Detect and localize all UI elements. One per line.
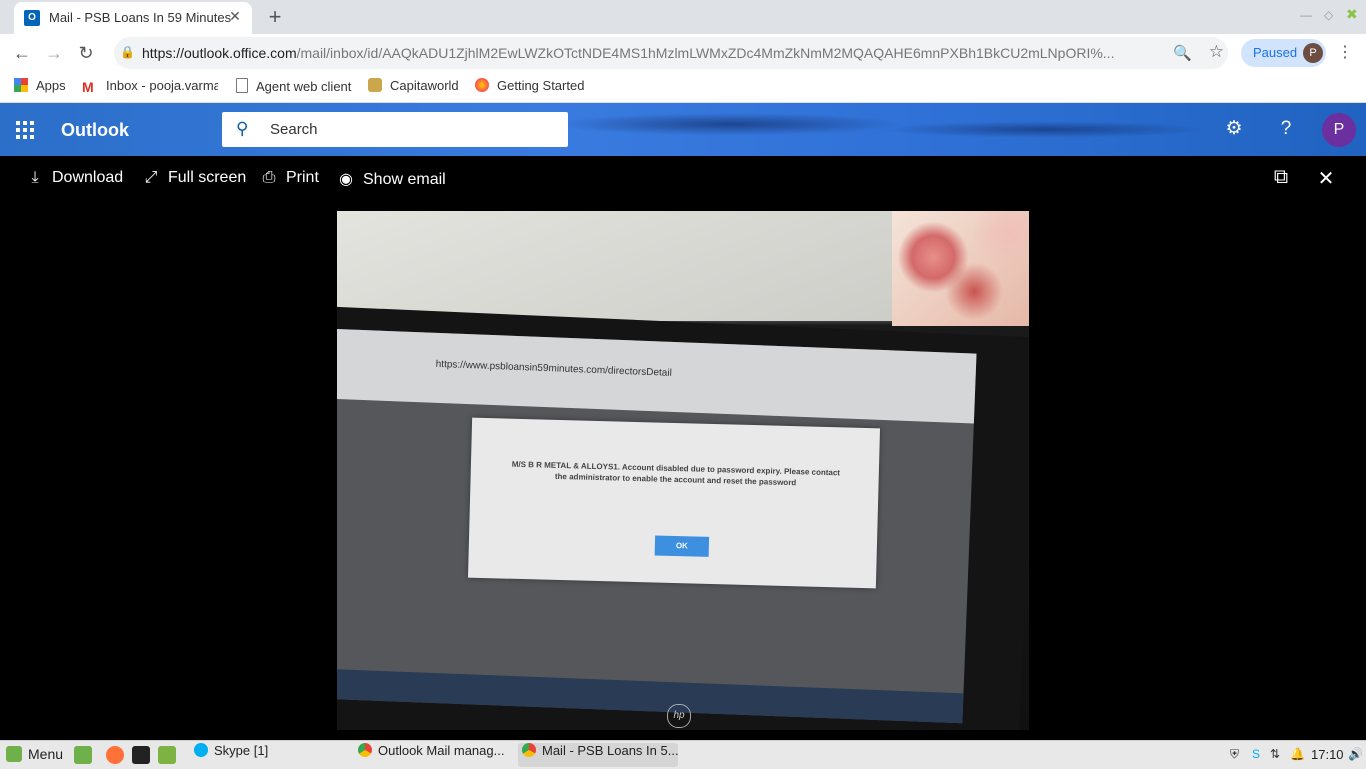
attachment-viewer-bar: ⤓ Download ⤢ Full screen ⎙ Print ◉ Show emai… (0, 156, 1366, 200)
tab-title: Mail - PSB Loans In 59 Minutes (49, 10, 232, 25)
back-button[interactable]: ← (10, 41, 34, 65)
task-outlook-manager[interactable]: Outlook Mail manag... (354, 743, 514, 767)
network-icon[interactable]: ⇅ (1270, 747, 1280, 761)
terminal-icon[interactable] (132, 746, 150, 764)
gmail-icon: M (82, 79, 94, 95)
header-theme-image (520, 103, 1220, 156)
inner-url: https://www.psbloansin59minutes.com/dire… (435, 358, 672, 379)
capitaworld-icon (368, 78, 382, 92)
tab-strip: O Mail - PSB Loans In 59 Minutes ✕ + — ◇… (0, 0, 1366, 34)
search-placeholder: Search (270, 121, 318, 138)
start-menu-button[interactable]: Menu (6, 746, 63, 762)
task-mail-psb[interactable]: Mail - PSB Loans In 5... (518, 743, 678, 767)
page-icon (236, 78, 248, 93)
app-launcher-icon[interactable] (16, 121, 34, 139)
bookmark-getting-started[interactable]: Getting Started (475, 78, 584, 96)
help-icon[interactable]: ? (1272, 115, 1300, 143)
ok-button: OK (654, 535, 710, 557)
search-icon: ⚲ (236, 119, 249, 138)
fullscreen-button[interactable]: ⤢ Full screen (142, 169, 247, 187)
menu-kebab-icon[interactable]: ⋮ (1337, 42, 1353, 62)
shield-icon[interactable]: ⛨ (1230, 747, 1239, 762)
bookmarks-bar: Apps M Inbox - pooja.varma Agent web clie… (0, 72, 1366, 103)
chrome-icon (522, 743, 536, 757)
show-email-button[interactable]: ◉ Show email (337, 169, 446, 189)
eye-icon: ◉ (339, 171, 353, 188)
address-bar[interactable]: 🔒 https://outlook.office.com/mail/inbox/… (114, 37, 1228, 69)
skype-tray-icon[interactable]: S (1252, 747, 1260, 761)
url-text: https://outlook.office.com/mail/inbox/id… (142, 45, 1115, 61)
outlook-brand[interactable]: Outlook (61, 120, 129, 141)
firefox-icon (475, 78, 489, 92)
error-message: M/S B R METAL & ALLOYS1. Account disable… (511, 459, 841, 488)
bookmark-inbox[interactable]: M Inbox - pooja.varma (82, 78, 218, 96)
hp-logo: hp (667, 704, 691, 728)
skype-icon (194, 743, 208, 757)
popout-icon[interactable]: ⧉ (1269, 166, 1293, 189)
profile-avatar: P (1303, 43, 1323, 63)
mint-logo-icon (6, 746, 22, 762)
notification-icon[interactable]: 🔔 (1290, 747, 1305, 761)
download-button[interactable]: ⤓ Download (26, 169, 123, 187)
maximize-icon[interactable]: ◇ (1324, 8, 1333, 22)
apps-grid-icon (14, 78, 28, 92)
bookmark-star-icon[interactable]: ☆ (1209, 42, 1224, 62)
lock-icon: 🔒 (120, 45, 135, 59)
outlook-icon: O (24, 10, 40, 26)
settings-gear-icon[interactable]: ⚙ (1220, 115, 1248, 143)
fullscreen-icon: ⤢ (144, 169, 158, 186)
profile-button[interactable]: Paused P (1241, 39, 1326, 67)
chrome-icon (358, 743, 372, 757)
download-icon: ⤓ (31, 169, 39, 186)
zoom-icon[interactable]: 🔍 (1173, 44, 1192, 62)
outlook-header: Outlook ⚲ Search ⚙ ? P (0, 103, 1366, 156)
photo-flowers (892, 211, 1029, 326)
files-icon[interactable] (158, 746, 176, 764)
print-button[interactable]: ⎙ Print (260, 169, 319, 187)
print-icon: ⎙ (262, 169, 276, 186)
bookmark-apps[interactable]: Apps (14, 78, 66, 96)
reload-button[interactable]: ↻ (74, 41, 98, 65)
os-taskbar: Menu Skype [1] Outlook Mail manag... Mai… (0, 740, 1366, 769)
task-skype[interactable]: Skype [1] (190, 743, 344, 767)
browser-toolbar: ← → ↻ 🔒 https://outlook.office.com/mail/… (0, 34, 1366, 72)
forward-button[interactable]: → (42, 41, 66, 65)
browser-tab[interactable]: O Mail - PSB Loans In 59 Minutes ✕ (14, 2, 252, 34)
firefox-launcher-icon[interactable] (106, 746, 124, 764)
close-tab-icon[interactable]: ✕ (226, 8, 244, 25)
minimize-icon[interactable]: — (1300, 8, 1312, 22)
show-desktop-icon[interactable] (74, 746, 92, 764)
new-tab-button[interactable]: + (264, 4, 286, 30)
clock[interactable]: 17:10 (1311, 747, 1344, 762)
close-window-icon[interactable]: ✖ (1346, 6, 1358, 23)
bookmark-agent[interactable]: Agent web client (236, 78, 351, 96)
profile-status: Paused (1253, 45, 1298, 60)
user-avatar[interactable]: P (1322, 113, 1356, 147)
error-dialog: M/S B R METAL & ALLOYS1. Account disable… (467, 417, 881, 589)
close-viewer-icon[interactable]: ✕ (1314, 166, 1338, 191)
bookmark-capitaworld[interactable]: Capitaworld (368, 78, 459, 96)
search-box[interactable]: ⚲ Search (222, 112, 568, 147)
volume-icon[interactable]: 🔊 (1348, 747, 1363, 761)
attachment-photo: https://www.psbloansin59minutes.com/dire… (337, 211, 1029, 730)
